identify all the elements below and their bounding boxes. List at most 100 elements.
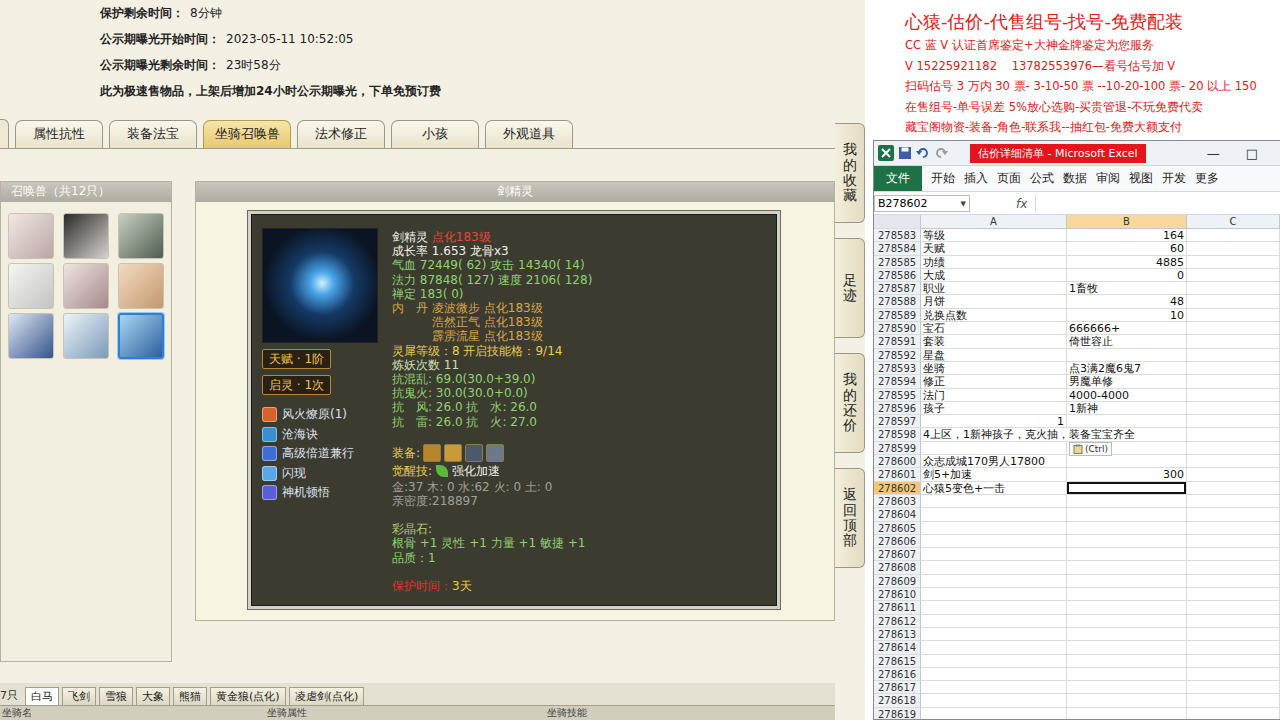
cell[interactable] <box>1187 375 1280 388</box>
row-number[interactable]: 278606 <box>874 535 921 548</box>
cell[interactable] <box>921 668 1067 681</box>
cell[interactable] <box>1187 415 1280 428</box>
cell[interactable] <box>1067 495 1187 508</box>
cell[interactable]: 60 <box>1067 242 1187 255</box>
cell[interactable]: 4上区，1新神孩子，克火抽，装备宝宝齐全 <box>921 428 1067 442</box>
cell[interactable] <box>921 615 1067 628</box>
equipment-icon[interactable] <box>465 444 483 462</box>
row-number[interactable]: 278619 <box>874 708 921 719</box>
cell[interactable]: 点3满2魔6鬼7 <box>1067 362 1187 375</box>
cell[interactable] <box>1187 402 1280 415</box>
column-header[interactable]: A <box>921 215 1067 229</box>
ribbon-tab[interactable]: 审阅 <box>1096 171 1120 186</box>
side-tab[interactable]: 我的还价 <box>835 353 865 453</box>
cell[interactable] <box>1187 615 1280 628</box>
row-number[interactable]: 278588 <box>874 295 921 308</box>
ribbon-tab[interactable]: 开始 <box>931 171 955 186</box>
cell[interactable] <box>921 575 1067 588</box>
save-icon[interactable] <box>898 146 912 160</box>
cell[interactable]: 666666+ <box>1067 322 1187 335</box>
detail-tab[interactable]: 小孩 <box>391 120 479 148</box>
cell[interactable] <box>1187 362 1280 375</box>
cell[interactable]: 1 <box>921 415 1067 428</box>
cell[interactable]: 大成 <box>921 269 1067 282</box>
cell[interactable] <box>921 561 1067 574</box>
select-all[interactable] <box>874 215 921 229</box>
ribbon-tab[interactable]: 开发 <box>1162 171 1186 186</box>
pet-portrait[interactable] <box>118 213 164 259</box>
cell[interactable]: 等级 <box>921 229 1067 242</box>
cell[interactable] <box>1067 694 1187 707</box>
pet-portrait[interactable] <box>8 213 54 259</box>
cell[interactable] <box>1187 468 1280 481</box>
cell[interactable]: 宝石 <box>921 322 1067 335</box>
cell[interactable] <box>921 535 1067 548</box>
cell[interactable] <box>1067 668 1187 681</box>
row-number[interactable]: 278593 <box>874 362 921 375</box>
cell[interactable]: 套装 <box>921 335 1067 348</box>
formula-input[interactable] <box>1035 195 1280 212</box>
row-number[interactable]: 278613 <box>874 628 921 641</box>
cell[interactable] <box>1067 615 1187 628</box>
row-number[interactable]: 278589 <box>874 309 921 322</box>
cell[interactable] <box>1187 282 1280 295</box>
cell[interactable] <box>921 694 1067 707</box>
cell[interactable] <box>921 495 1067 508</box>
cell[interactable] <box>1067 548 1187 561</box>
detail-tab[interactable]: 装备法宝 <box>109 120 197 148</box>
cell[interactable] <box>1187 575 1280 588</box>
cell[interactable] <box>1067 655 1187 668</box>
pet-portrait[interactable] <box>63 313 109 359</box>
row-number[interactable]: 278609 <box>874 575 921 588</box>
side-tab[interactable]: 我的收藏 <box>835 123 865 223</box>
cell[interactable] <box>1067 349 1187 362</box>
row-number[interactable]: 278601 <box>874 468 921 481</box>
cell[interactable] <box>1187 482 1280 495</box>
cell[interactable]: 职业 <box>921 282 1067 295</box>
cell[interactable]: 10 <box>1067 309 1187 322</box>
equipment-icon[interactable] <box>423 444 441 462</box>
skill-item[interactable]: 风火燎原(1) <box>262 405 378 425</box>
cell[interactable] <box>921 548 1067 561</box>
cell[interactable] <box>1067 575 1187 588</box>
cell[interactable] <box>921 628 1067 641</box>
row-number[interactable]: 278614 <box>874 641 921 654</box>
cell[interactable] <box>921 442 1067 455</box>
row-number[interactable]: 278611 <box>874 601 921 614</box>
cell[interactable] <box>1187 242 1280 255</box>
cell[interactable] <box>921 588 1067 601</box>
ribbon-tab[interactable]: 文件 <box>874 166 922 191</box>
cell[interactable] <box>1067 415 1187 428</box>
cell[interactable] <box>1187 535 1280 548</box>
row-number[interactable]: 278596 <box>874 402 921 415</box>
undo-icon[interactable] <box>916 146 930 160</box>
cell[interactable] <box>1187 495 1280 508</box>
pet-portrait[interactable] <box>118 263 164 309</box>
ribbon-tab[interactable]: 数据 <box>1063 171 1087 186</box>
ribbon-tab[interactable]: 视图 <box>1129 171 1153 186</box>
tab-stub[interactable] <box>0 119 9 148</box>
cell[interactable] <box>1187 269 1280 282</box>
mount-tab[interactable]: 大象 <box>136 687 170 705</box>
cell[interactable] <box>1067 641 1187 654</box>
mount-tab[interactable]: 黄金狼(点化) <box>210 687 286 705</box>
row-number[interactable]: 278600 <box>874 455 921 468</box>
cell[interactable] <box>1187 335 1280 348</box>
cell[interactable] <box>1187 708 1280 719</box>
cell[interactable] <box>1067 508 1187 521</box>
cell[interactable] <box>1187 455 1280 468</box>
row-number[interactable]: 278608 <box>874 561 921 574</box>
cell[interactable]: 星盘 <box>921 349 1067 362</box>
cell[interactable]: 功绩 <box>921 256 1067 269</box>
cell[interactable] <box>921 641 1067 654</box>
skill-item[interactable]: 高级倍道兼行 <box>262 444 378 464</box>
cell[interactable]: 法门 <box>921 389 1067 402</box>
window-control[interactable]: □ <box>1246 146 1258 161</box>
cell[interactable] <box>921 708 1067 719</box>
cell[interactable]: 4885 <box>1067 256 1187 269</box>
cell[interactable] <box>921 508 1067 521</box>
cell[interactable] <box>1067 588 1187 601</box>
row-number[interactable]: 278610 <box>874 588 921 601</box>
paste-options[interactable]: (Ctrl) <box>1069 442 1112 456</box>
fx-button[interactable]: fx <box>1016 197 1027 211</box>
